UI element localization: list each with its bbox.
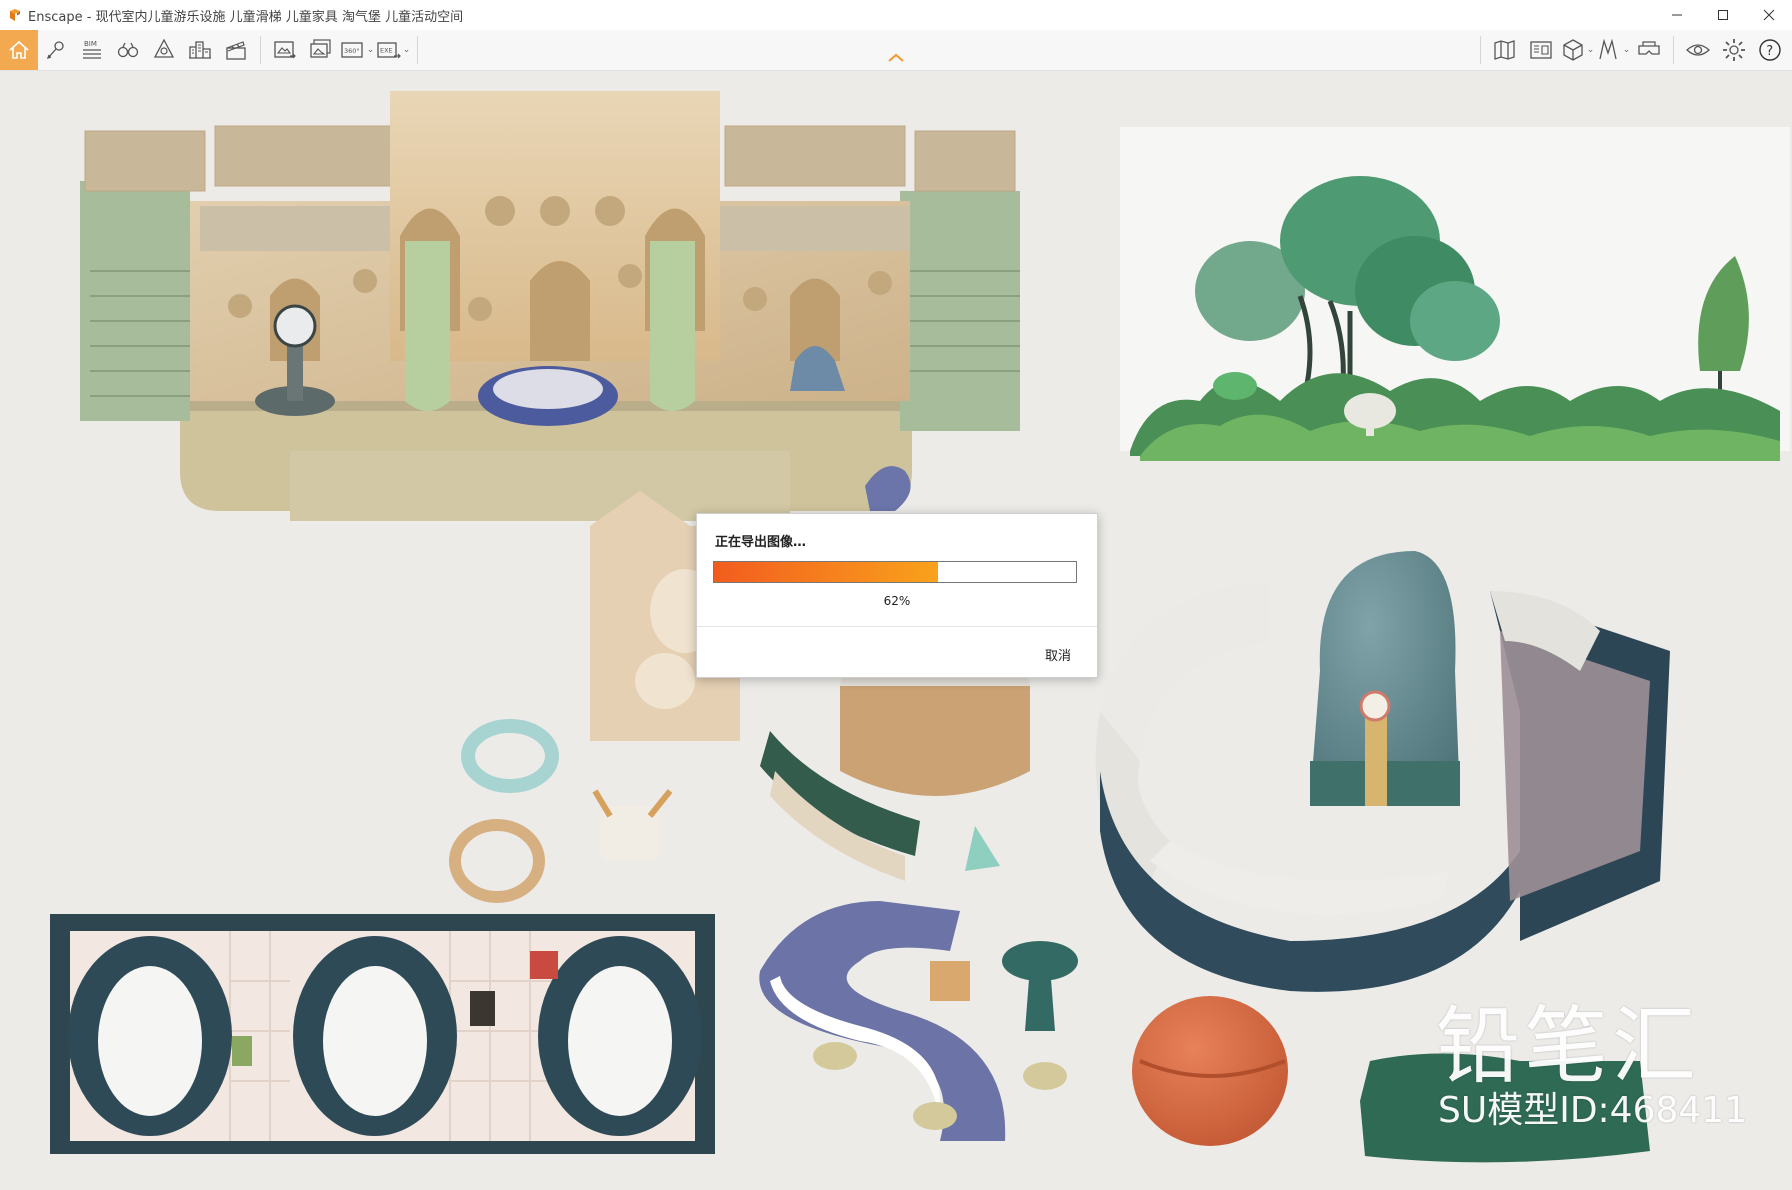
minimize-button[interactable]	[1654, 0, 1700, 30]
cancel-button[interactable]: 取消	[1045, 645, 1071, 664]
bim-button[interactable]: BIM	[74, 30, 110, 70]
maximize-button[interactable]	[1700, 0, 1746, 30]
panorama-label: 360°	[344, 47, 360, 55]
exe-export-button[interactable]: EXE ⌄	[375, 30, 411, 70]
window-title: Enscape - 现代室内儿童游乐设施 儿童滑梯 儿童家具 淘气堡 儿童活动空…	[28, 9, 464, 25]
map-button[interactable]	[1487, 30, 1523, 70]
chevron-down-icon[interactable]: ⌄	[1623, 45, 1631, 55]
chevron-down-icon[interactable]: ⌄	[403, 45, 411, 55]
screenshot-button[interactable]	[267, 30, 303, 70]
triangle-stool-model	[965, 826, 1000, 871]
hoop-seats-model	[449, 719, 559, 903]
vr-headset-button[interactable]	[1631, 30, 1667, 70]
toolbar-separator	[1673, 36, 1674, 64]
exe-export-icon: EXE	[377, 42, 401, 59]
buildings-icon	[189, 41, 211, 59]
bim-label: BIM	[84, 40, 97, 48]
forest-wall-model	[1120, 127, 1790, 461]
export-progress-bar	[713, 561, 1077, 583]
video-editor-button[interactable]	[218, 30, 254, 70]
view-mode-button[interactable]: ⌄	[1559, 30, 1595, 70]
minimize-icon	[1672, 14, 1682, 16]
site-context-button[interactable]	[182, 30, 218, 70]
chevron-up-icon	[888, 53, 904, 62]
toolbar-separator	[417, 36, 418, 64]
visibility-icon	[1686, 44, 1710, 56]
chevron-down-icon[interactable]: ⌄	[1587, 45, 1595, 55]
progress-percent: 62%	[883, 594, 911, 608]
window-controls	[1654, 0, 1792, 30]
panorama-360-icon: 360°	[341, 42, 363, 58]
export-progress-dialog: 正在导出图像… 62% 取消	[696, 513, 1098, 678]
toolbar-collapse-toggle[interactable]	[881, 48, 911, 68]
measure-button[interactable]: ⌄	[1595, 30, 1631, 70]
dialog-divider	[697, 626, 1097, 627]
moose-toy-model	[592, 789, 673, 861]
toolbar-left-group: BIM 360° ⌄ EXE ⌄	[0, 30, 424, 70]
toolbar-separator	[1480, 36, 1481, 64]
exe-label: EXE	[380, 47, 393, 55]
views-icon	[46, 41, 64, 60]
maximize-icon	[1718, 10, 1728, 20]
orange-ball-seat-model	[1132, 996, 1288, 1146]
model-id-watermark: SU模型ID:468411	[1438, 1090, 1748, 1131]
batch-render-icon	[310, 39, 331, 58]
screenshot-icon	[274, 41, 296, 59]
close-button[interactable]	[1746, 0, 1792, 30]
measure-icon	[1599, 38, 1617, 60]
gallery-button[interactable]	[1523, 30, 1559, 70]
gallery-icon	[1530, 41, 1552, 59]
close-icon	[1763, 9, 1775, 21]
chevron-down-icon[interactable]: ⌄	[367, 45, 375, 55]
help-label: ?	[1766, 44, 1773, 59]
home-button[interactable]	[0, 30, 38, 70]
visibility-button[interactable]	[1680, 30, 1716, 70]
panorama-button[interactable]: 360° ⌄	[339, 30, 375, 70]
home-icon	[9, 40, 29, 59]
walk-mode-button[interactable]	[110, 30, 146, 70]
help-icon: ?	[1759, 39, 1781, 61]
circular-seating-model	[1095, 551, 1670, 992]
help-button[interactable]: ?	[1752, 30, 1788, 70]
clapper-icon	[226, 41, 246, 60]
cube-view-icon	[1563, 39, 1583, 61]
toolbar-separator	[260, 36, 261, 64]
enscape-logo-icon	[10, 9, 20, 21]
s-curve-bench-model	[759, 901, 1078, 1141]
map-icon	[1494, 40, 1515, 60]
settings-button[interactable]	[1716, 30, 1752, 70]
play-structure-model	[80, 91, 1020, 521]
dialog-title: 正在导出图像…	[715, 535, 807, 550]
binoculars-icon	[117, 42, 139, 58]
progress-fill	[714, 562, 939, 582]
assets-icon	[153, 38, 175, 58]
toolbar-right-group: ⌄ ⌄ ?	[1474, 30, 1788, 70]
vr-icon	[1638, 41, 1660, 55]
bim-icon: BIM	[83, 40, 101, 59]
title-bar: Enscape - 现代室内儿童游乐设施 儿童滑梯 儿童家具 淘气堡 儿童活动空…	[0, 0, 1792, 30]
settings-icon	[1723, 39, 1745, 61]
asset-library-button[interactable]	[146, 30, 182, 70]
views-button[interactable]	[38, 30, 74, 70]
batch-render-button[interactable]	[303, 30, 339, 70]
bookshelf-model	[50, 914, 715, 1154]
